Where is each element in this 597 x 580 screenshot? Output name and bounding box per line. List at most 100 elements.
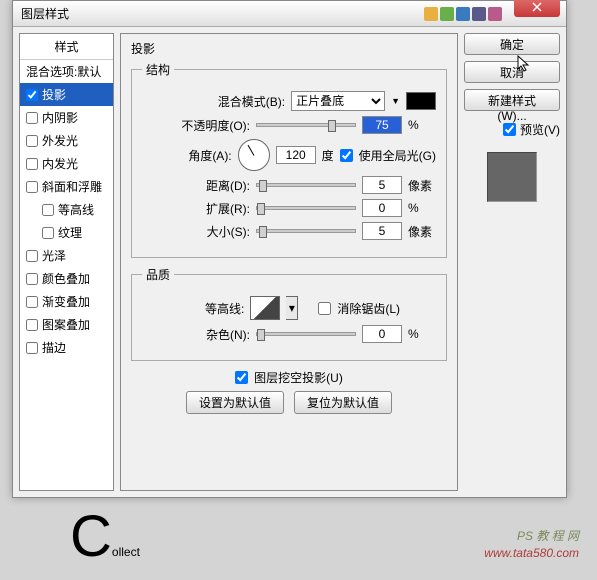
style-label-5: 斜面和浮雕 — [42, 178, 102, 195]
style-item-9[interactable]: 颜色叠加 — [20, 267, 113, 290]
style-checkbox-8[interactable] — [26, 250, 38, 262]
opacity-label: 不透明度(O): — [172, 117, 250, 134]
spread-slider[interactable] — [256, 206, 356, 210]
style-checkbox-1[interactable] — [26, 89, 38, 101]
color-tab-2 — [440, 7, 454, 21]
new-style-button[interactable]: 新建样式(W)... — [464, 89, 560, 111]
color-tab-3 — [456, 7, 470, 21]
spread-input[interactable] — [362, 199, 402, 217]
style-label-12: 描边 — [42, 339, 66, 356]
style-item-3[interactable]: 外发光 — [20, 129, 113, 152]
preview-row: 预览(V) — [464, 121, 560, 138]
style-checkbox-9[interactable] — [26, 273, 38, 285]
blend-mode-row: 混合模式(B): 正片叠底 ▼ — [142, 91, 436, 111]
distance-slider[interactable] — [256, 183, 356, 187]
angle-row: 角度(A): 度 使用全局光(G) — [142, 139, 436, 171]
contour-label: 等高线: — [166, 300, 244, 317]
global-light-checkbox[interactable] — [340, 149, 353, 162]
antialias-checkbox[interactable] — [318, 302, 331, 315]
style-item-7[interactable]: 纹理 — [20, 221, 113, 244]
distance-unit: 像素 — [408, 177, 436, 194]
color-tab-4 — [472, 7, 486, 21]
styles-header: 样式 — [20, 34, 113, 60]
reset-default-button[interactable]: 复位为默认值 — [294, 391, 392, 414]
size-label: 大小(S): — [172, 223, 250, 240]
style-checkbox-5[interactable] — [26, 181, 38, 193]
style-label-7: 纹理 — [58, 224, 82, 241]
size-input[interactable] — [362, 222, 402, 240]
antialias-label: 消除锯齿(L) — [337, 300, 400, 317]
knockout-label: 图层挖空投影(U) — [254, 369, 343, 386]
color-tab-5 — [488, 7, 502, 21]
spread-row: 扩展(R): % — [142, 199, 436, 217]
cancel-button[interactable]: 取消 — [464, 61, 560, 83]
quality-legend: 品质 — [142, 266, 174, 283]
structure-group: 结构 混合模式(B): 正片叠底 ▼ 不透明度(O): % 角度(A): — [131, 61, 447, 258]
knockout-row: 图层挖空投影(U) — [131, 369, 447, 386]
style-label-0: 混合选项:默认 — [26, 63, 101, 80]
titlebar[interactable]: 图层样式 — [13, 1, 566, 27]
style-checkbox-4[interactable] — [26, 158, 38, 170]
style-item-12[interactable]: 描边 — [20, 336, 113, 359]
noise-row: 杂色(N): % — [142, 325, 436, 343]
color-tab-1 — [424, 7, 438, 21]
noise-input[interactable] — [362, 325, 402, 343]
style-label-3: 外发光 — [42, 132, 78, 149]
style-label-9: 颜色叠加 — [42, 270, 90, 287]
knockout-checkbox[interactable] — [235, 371, 248, 384]
size-row: 大小(S): 像素 — [142, 222, 436, 240]
angle-dial[interactable] — [238, 139, 270, 171]
contour-picker[interactable] — [250, 296, 280, 320]
noise-slider[interactable] — [256, 332, 356, 336]
angle-unit: 度 — [322, 147, 334, 164]
dialog-actions: 确定 取消 新建样式(W)... 预览(V) — [464, 33, 560, 491]
close-icon — [532, 2, 542, 12]
style-item-10[interactable]: 渐变叠加 — [20, 290, 113, 313]
set-default-button[interactable]: 设置为默认值 — [186, 391, 284, 414]
style-item-5[interactable]: 斜面和浮雕 — [20, 175, 113, 198]
style-label-10: 渐变叠加 — [42, 293, 90, 310]
style-checkbox-12[interactable] — [26, 342, 38, 354]
style-item-2[interactable]: 内阴影 — [20, 106, 113, 129]
opacity-input[interactable] — [362, 116, 402, 134]
drop-shadow-panel: 投影 结构 混合模式(B): 正片叠底 ▼ 不透明度(O): % 角度(A): — [120, 33, 458, 491]
blend-mode-select[interactable]: 正片叠底 — [291, 91, 385, 111]
angle-label: 角度(A): — [154, 147, 232, 164]
tab-color-icons — [424, 7, 502, 21]
layer-style-dialog: 图层样式 样式 混合选项:默认投影内阴影外发光内发光斜面和浮雕等高线纹理光泽颜色… — [12, 0, 567, 498]
distance-label: 距离(D): — [172, 177, 250, 194]
shadow-color-swatch[interactable] — [406, 92, 436, 110]
preview-swatch — [487, 152, 537, 202]
preview-checkbox[interactable] — [503, 123, 516, 136]
style-item-11[interactable]: 图案叠加 — [20, 313, 113, 336]
style-item-6[interactable]: 等高线 — [20, 198, 113, 221]
style-checkbox-10[interactable] — [26, 296, 38, 308]
close-button[interactable] — [514, 0, 560, 17]
background-logo: Collect — [70, 503, 140, 570]
style-label-6: 等高线 — [58, 201, 94, 218]
opacity-row: 不透明度(O): % — [142, 116, 436, 134]
style-checkbox-3[interactable] — [26, 135, 38, 147]
style-checkbox-2[interactable] — [26, 112, 38, 124]
opacity-slider[interactable] — [256, 123, 356, 127]
contour-row: 等高线: ▾ 消除锯齿(L) — [142, 296, 436, 320]
distance-row: 距离(D): 像素 — [142, 176, 436, 194]
angle-input[interactable] — [276, 146, 316, 164]
style-checkbox-7[interactable] — [42, 227, 54, 239]
style-item-8[interactable]: 光泽 — [20, 244, 113, 267]
size-slider[interactable] — [256, 229, 356, 233]
style-item-0[interactable]: 混合选项:默认 — [20, 60, 113, 83]
distance-input[interactable] — [362, 176, 402, 194]
style-checkbox-11[interactable] — [26, 319, 38, 331]
blend-mode-label: 混合模式(B): — [207, 93, 285, 110]
contour-dropdown-icon[interactable]: ▾ — [286, 296, 298, 320]
style-item-1[interactable]: 投影 — [20, 83, 113, 106]
preview-label: 预览(V) — [520, 121, 560, 138]
structure-legend: 结构 — [142, 61, 174, 78]
style-checkbox-6[interactable] — [42, 204, 54, 216]
ok-button[interactable]: 确定 — [464, 33, 560, 55]
style-item-4[interactable]: 内发光 — [20, 152, 113, 175]
watermark: PS 教 程 网 www.tata580.com — [484, 528, 579, 562]
size-unit: 像素 — [408, 223, 436, 240]
window-title: 图层样式 — [17, 5, 424, 22]
